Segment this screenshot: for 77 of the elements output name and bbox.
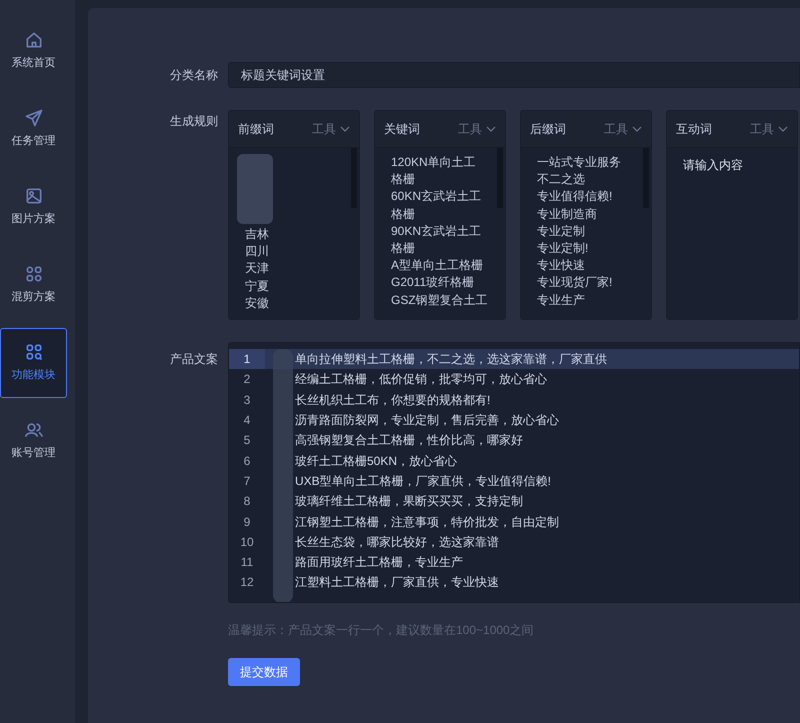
sidebar-item[interactable]: 功能模块	[0, 328, 67, 398]
line-number: 7	[242, 472, 252, 490]
category-input[interactable]: 标题关键词设置	[228, 62, 800, 88]
line-text: UXB型单向土工格栅，厂家直供，专业值得信赖!	[295, 472, 552, 490]
chevron-down-icon	[340, 126, 350, 132]
word-line: 专业生产	[537, 292, 585, 309]
word-line: 专业定制!	[537, 240, 588, 258]
line-text: 玻璃纤维土工格栅，果断买买买，支持定制	[295, 493, 523, 510]
word-line: 不二之选	[537, 171, 585, 188]
code-editor[interactable]	[228, 342, 800, 603]
grid-search-icon	[24, 342, 44, 362]
field-label: 产品文案	[169, 351, 219, 368]
paper-plane-icon	[24, 108, 44, 128]
sidebar-item[interactable]: 系统首页	[0, 16, 67, 86]
line-number: 11	[240, 554, 254, 572]
line-number: 4	[242, 412, 252, 430]
four-squares-icon	[24, 264, 44, 284]
word-line: 格栅	[391, 206, 415, 223]
word-line: 120KN单向土工	[391, 154, 476, 171]
line-text: 玻纤土工格栅50KN，放心省心	[295, 452, 458, 470]
line-text: 江钢塑土工格栅，注意事项，特价批发，自由定制	[295, 514, 559, 531]
line-number: 5	[242, 432, 252, 450]
panel-title: 互动词	[676, 121, 712, 138]
text-input[interactable]: 请输入内容	[667, 148, 797, 319]
line-text: 沥青路面防裂网，专业定制，售后完善，放心省心	[295, 412, 559, 430]
word-line: 安徽	[245, 294, 269, 312]
text-area[interactable]: 120KN单向土工 格栅 60KN玄武岩土工 格栅 90KN玄武岩土工 格栅 A型单向土工格栅 G2011玻纤格栅 GSZ钢塑复合土工	[375, 147, 505, 319]
line-text: 高强钢塑复合土工格栅，性价比高，哪家好	[295, 432, 523, 450]
word-line: 格栅	[391, 171, 415, 188]
word-line: G2011玻纤格栅	[391, 274, 474, 292]
word-line: 吉林	[245, 226, 269, 243]
line-text: 路面用玻纤土工格栅，专业生产	[295, 554, 463, 572]
text-area[interactable]: 一站式专业服务 不二之选 专业值得信赖! 专业制造商 专业定制 专业定制! 专业快速 专业现货厂家! 专业生产	[521, 147, 651, 319]
field-label: 生成规则	[169, 113, 219, 130]
sidebar-item[interactable]: 账号管理	[0, 406, 67, 476]
word-line: 专业定制	[537, 222, 585, 240]
field-label: 分类名称	[169, 67, 219, 84]
line-text: 长丝生态袋，哪家比较好，选这家靠谱	[295, 534, 499, 551]
chevron-down-icon	[486, 126, 496, 132]
line-number: 1	[229, 349, 265, 370]
line-text: 长丝机织土工布，你想要的规格都有!	[295, 392, 490, 409]
line-number: 2	[242, 371, 252, 388]
house-icon	[24, 30, 44, 50]
sidebar-item[interactable]: 任务管理	[0, 94, 67, 164]
word-line: 专业制造商	[537, 206, 597, 223]
panel-title: 后缀词	[530, 121, 566, 138]
image-icon	[24, 186, 44, 206]
submit-button[interactable]: 提交数据	[228, 658, 300, 686]
word-line: A型单向土工格栅	[391, 257, 484, 274]
word-line: 专业快速	[537, 257, 585, 274]
word-line: 专业值得信赖!	[537, 188, 612, 206]
line-number: 3	[242, 392, 252, 409]
word-line: 90KN玄武岩土工	[391, 222, 482, 240]
word-line: 宁夏	[245, 278, 269, 295]
sidebar-item[interactable]: 图片方案	[0, 172, 67, 242]
line-number: 9	[242, 514, 252, 531]
line-number: 10	[239, 534, 255, 551]
word-line: 60KN玄武岩土工	[391, 188, 482, 206]
line-number: 8	[242, 493, 252, 510]
chevron-down-icon	[778, 126, 788, 132]
word-line: GSZ钢塑复合土工	[391, 292, 488, 309]
line-text: 经编土工格栅，低价促销，批零均可，放心省心	[295, 371, 547, 388]
panel-title: 关键词	[384, 121, 420, 138]
panel-title: 前缀词	[238, 121, 274, 138]
word-line: 天津	[245, 260, 269, 278]
line-text: 单向拉伸塑料土工格栅，不二之选，选这家靠谱，厂家直供	[295, 351, 607, 368]
line-number: 6	[242, 452, 252, 470]
text-area[interactable]: 吉林 四川 天津 宁夏 安徽	[229, 147, 359, 319]
chevron-down-icon	[632, 126, 642, 132]
word-line: 专业现货厂家!	[537, 274, 612, 292]
line-number: 12	[239, 574, 255, 592]
hint-text: 温馨提示：产品文案一行一个，建议数量在100~1000之间	[228, 622, 534, 639]
word-line: 格栅	[391, 240, 415, 258]
word-line: 四川	[245, 243, 269, 260]
word-line: 一站式专业服务	[537, 154, 621, 171]
sidebar-item[interactable]: 混剪方案	[0, 250, 67, 320]
line-text: 江塑料土工格栅，厂家直供，专业快速	[295, 574, 499, 592]
